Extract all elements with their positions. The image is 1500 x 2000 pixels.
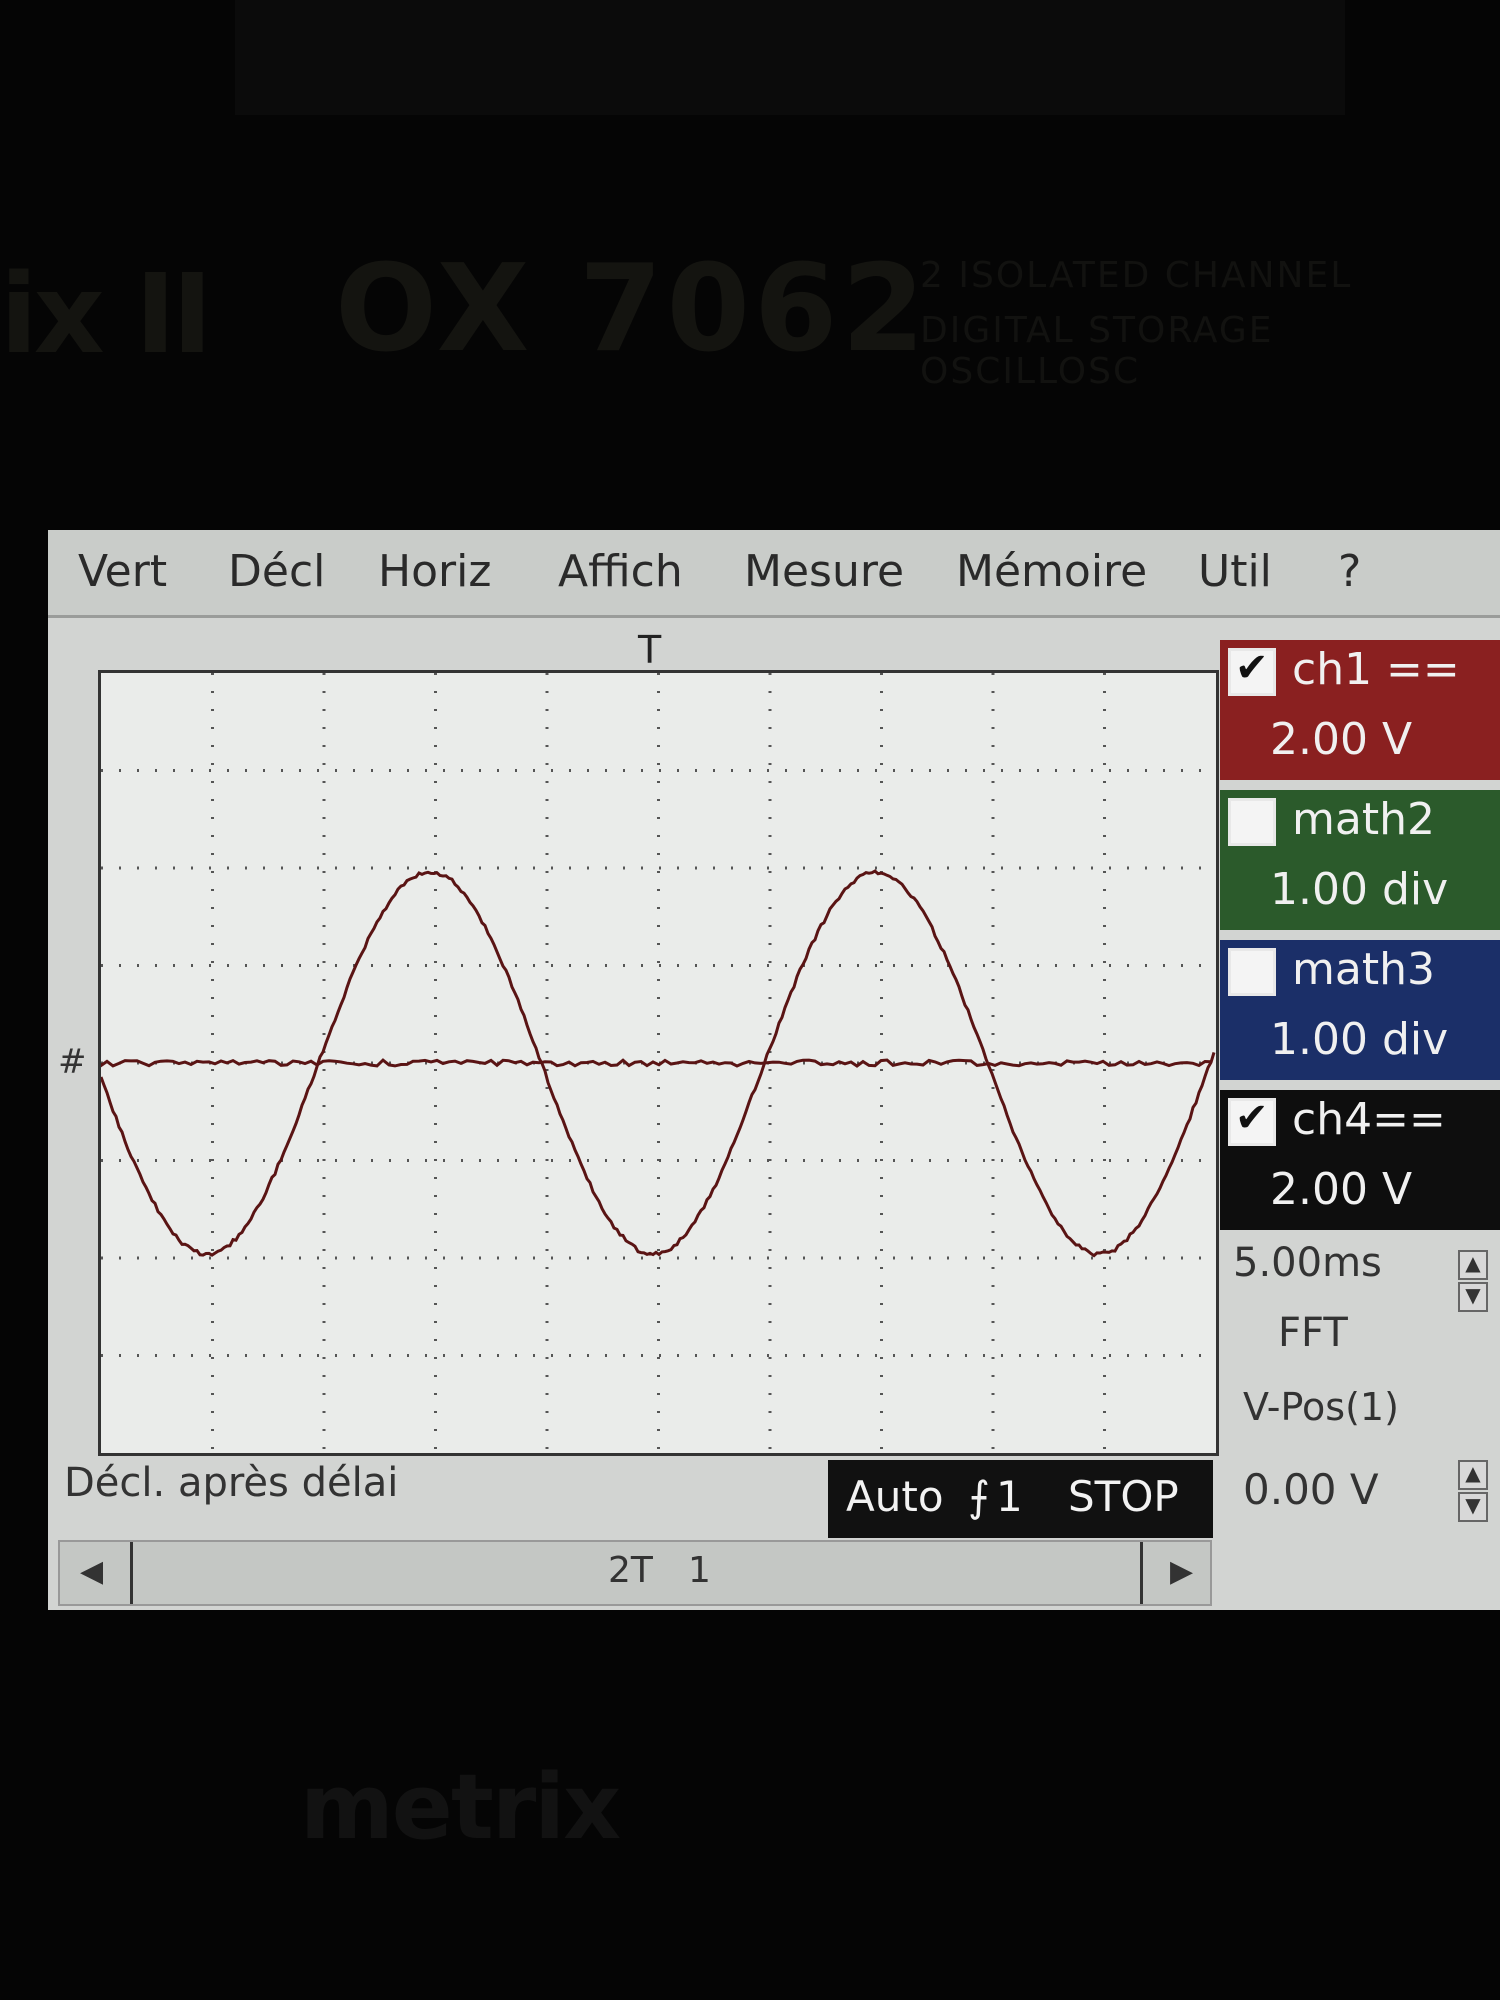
math-3-panel[interactable]: math3 1.00 div — [1220, 940, 1500, 1080]
channel-1-panel[interactable]: ch1 == 2.00 V — [1220, 640, 1500, 780]
vpos-value[interactable]: 0.00 V — [1243, 1465, 1379, 1514]
oscilloscope-screen: Vert Décl Horiz Affich Mesure Mémoire Ut… — [48, 530, 1500, 1610]
description-line-2: DIGITAL STORAGE OSCILLOSC — [920, 310, 1500, 392]
fft-toggle[interactable]: FFT — [1278, 1310, 1348, 1356]
trigger-edge-icon: ⨍ — [968, 1472, 990, 1521]
run-stop-button[interactable]: STOP — [1068, 1472, 1179, 1521]
series-label: ix II — [0, 250, 209, 378]
math-2-checkbox[interactable] — [1228, 798, 1276, 846]
menu-bar: Vert Décl Horiz Affich Mesure Mémoire Ut… — [48, 530, 1500, 618]
scroll-right-icon[interactable]: ▶ — [1170, 1554, 1193, 1589]
menu-decl[interactable]: Décl — [228, 546, 325, 597]
front-panel-top-plate — [235, 0, 1345, 115]
scroll-right-bound — [1140, 1542, 1143, 1604]
trigger-position-marker: T — [638, 628, 661, 672]
vpos-down-icon[interactable]: ▼ — [1458, 1492, 1488, 1522]
vpos-title: V-Pos(1) — [1243, 1385, 1399, 1429]
timebase-value[interactable]: 5.00ms — [1233, 1240, 1382, 1286]
math-3-name: math3 — [1292, 944, 1435, 995]
math-3-checkbox[interactable] — [1228, 948, 1276, 996]
menu-affich[interactable]: Affich — [558, 546, 683, 597]
scroll-left-bound — [130, 1542, 133, 1604]
timebase-down-icon[interactable]: ▼ — [1458, 1282, 1488, 1312]
vpos-up-icon[interactable]: ▲ — [1458, 1460, 1488, 1490]
menu-horiz[interactable]: Horiz — [378, 546, 491, 597]
math-2-name: math2 — [1292, 794, 1435, 845]
trigger-scroll-marker: 2T — [608, 1550, 653, 1591]
math-2-panel[interactable]: math2 1.00 div — [1220, 790, 1500, 930]
menu-mesure[interactable]: Mesure — [744, 546, 904, 597]
waveform-display — [98, 670, 1219, 1456]
ground-level-marker: # — [58, 1042, 87, 1082]
channel-4-scale: 2.00 V — [1270, 1164, 1412, 1215]
trigger-source: 1 — [996, 1472, 1023, 1521]
menu-vert[interactable]: Vert — [78, 546, 167, 597]
acq-mode[interactable]: Auto — [846, 1472, 944, 1521]
record-scrollbar[interactable]: ◀ 2T 1 ▶ — [58, 1540, 1212, 1606]
menu-memoire[interactable]: Mémoire — [956, 546, 1147, 597]
model-label: OX 7062 — [335, 240, 929, 379]
cursor-scroll-marker: 1 — [688, 1550, 711, 1591]
brand-logo: metrix — [300, 1755, 619, 1860]
trigger-status-text: Décl. après délai — [64, 1460, 398, 1506]
description-line-1: 2 ISOLATED CHANNEL — [920, 255, 1352, 296]
channel-4-name: ch4== — [1292, 1094, 1446, 1145]
math-2-scale: 1.00 div — [1270, 864, 1448, 915]
waveform-canvas — [101, 673, 1216, 1453]
timebase-up-icon[interactable]: ▲ — [1458, 1250, 1488, 1280]
channel-1-checkbox[interactable] — [1228, 648, 1276, 696]
acquisition-status-bar: Auto ⨍ 1 STOP — [828, 1460, 1213, 1538]
scroll-left-icon[interactable]: ◀ — [80, 1554, 103, 1589]
channel-1-name: ch1 == — [1292, 644, 1460, 695]
channel-4-checkbox[interactable] — [1228, 1098, 1276, 1146]
math-3-scale: 1.00 div — [1270, 1014, 1448, 1065]
menu-help[interactable]: ? — [1338, 546, 1361, 597]
menu-util[interactable]: Util — [1198, 546, 1272, 597]
channel-4-panel[interactable]: ch4== 2.00 V — [1220, 1090, 1500, 1230]
channel-1-scale: 2.00 V — [1270, 714, 1412, 765]
